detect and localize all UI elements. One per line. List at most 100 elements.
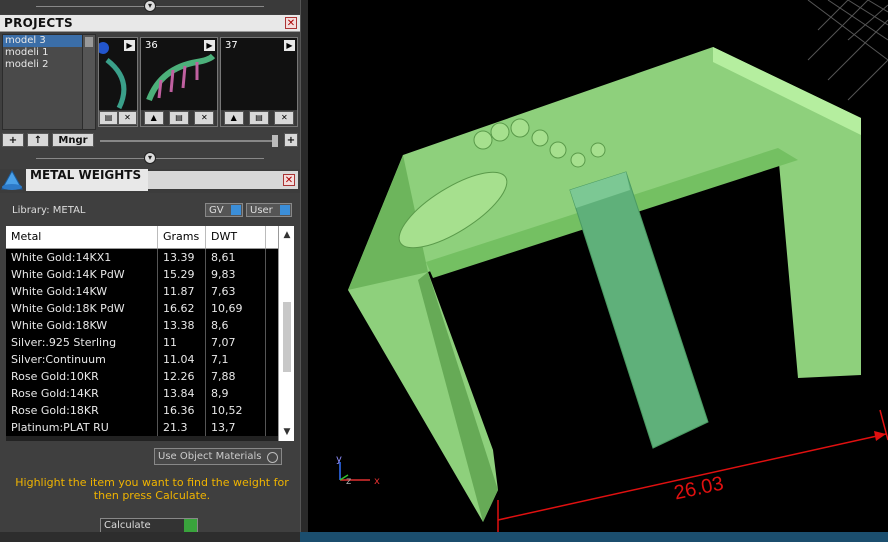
cell-dwt: 8,6 <box>206 317 266 334</box>
thumbnail-size-slider[interactable] <box>100 135 278 147</box>
close-projects-icon[interactable]: ✕ <box>285 17 297 29</box>
left-status-bar <box>0 532 300 542</box>
column-header-dwt[interactable]: DWT <box>206 226 266 248</box>
table-row[interactable]: Rose Gold:18KR 16.36 10,52 <box>6 402 278 419</box>
table-row[interactable]: White Gold:18KW 13.38 8,6 <box>6 317 278 334</box>
save-icon[interactable]: ▤ <box>168 111 189 125</box>
table-row[interactable]: White Gold:14KW 11.87 7,63 <box>6 283 278 300</box>
slider-handle[interactable] <box>272 135 278 147</box>
thumbnail-menu-icon[interactable]: ▶ <box>284 40 295 51</box>
viewport-scene: 26.03 y z x <box>336 0 888 532</box>
cell-grams: 11.87 <box>158 283 206 300</box>
gv-toggle[interactable]: GV <box>205 203 243 217</box>
table-row[interactable]: White Gold:18K PdW 16.62 10,69 <box>6 300 278 317</box>
save-icon[interactable]: ▤ <box>248 111 269 125</box>
user-toggle[interactable]: User <box>246 203 292 217</box>
instructions-text: Highlight the item you want to find the … <box>15 476 289 502</box>
use-object-materials-checkbox[interactable]: Use Object Materials <box>154 448 282 465</box>
cell-dwt: 13,7 <box>206 419 266 436</box>
thumbnail-actions: ▲ ▤ ✕ <box>141 110 217 126</box>
delete-icon[interactable]: ✕ <box>194 111 215 125</box>
project-thumbnail[interactable]: ▶ ▤ ✕ <box>98 37 138 127</box>
3d-viewport[interactable]: 26.03 y z x <box>308 0 888 532</box>
cell-dwt: 7,1 <box>206 351 266 368</box>
cell-grams: 12.26 <box>158 368 206 385</box>
projects-title: PROJECTS <box>4 16 73 30</box>
cell-metal: Silver:.925 Sterling <box>6 334 158 351</box>
move-up-icon[interactable]: ▲ <box>143 111 164 125</box>
calculate-button[interactable]: Calculate <box>100 518 198 533</box>
dimension-arrow-icon <box>874 431 886 441</box>
metal-weights-icon <box>1 169 23 190</box>
cell-dwt: 7,88 <box>206 368 266 385</box>
manager-button[interactable]: Mngr <box>52 133 94 147</box>
collapse-handle-icon[interactable]: ▾ <box>144 0 156 12</box>
delete-icon[interactable]: ✕ <box>118 111 137 125</box>
thumbnail-actions: ▤ ✕ <box>99 110 137 126</box>
toggle-indicator-icon <box>280 205 290 215</box>
model-list-item[interactable]: model 3 <box>3 35 83 47</box>
viewport-status-bar <box>300 532 888 542</box>
cell-grams: 13.84 <box>158 385 206 402</box>
cell-grams: 11.04 <box>158 351 206 368</box>
scroll-thumb[interactable] <box>283 302 291 372</box>
cell-grams: 16.62 <box>158 300 206 317</box>
save-icon[interactable]: ▤ <box>99 111 118 125</box>
scroll-down-icon[interactable]: ▼ <box>279 425 294 439</box>
cell-grams: 13.38 <box>158 317 206 334</box>
close-metal-weights-icon[interactable]: ✕ <box>283 174 295 186</box>
project-thumbnail[interactable]: 36 ▶ ▲ ▤ ✕ <box>140 37 218 127</box>
metal-weights-header: METAL WEIGHTS ✕ <box>0 169 300 193</box>
collapse-handle-icon[interactable]: ▾ <box>144 152 156 164</box>
model-list-item[interactable]: modeli 1 <box>3 47 83 59</box>
cell-grams: 15.29 <box>158 266 206 283</box>
axis-y-label: y <box>336 454 342 465</box>
table-row[interactable]: Silver:.925 Sterling 11 7,07 <box>6 334 278 351</box>
metal-weights-table: Metal Grams DWT White Gold:14KX1 13.39 8,6… <box>6 226 294 441</box>
axis-gizmo-icon: y z x <box>336 454 380 487</box>
table-row[interactable]: Rose Gold:10KR 12.26 7,88 <box>6 368 278 385</box>
radio-indicator-icon <box>267 452 278 463</box>
table-row[interactable]: Rose Gold:14KR 13.84 8,9 <box>6 385 278 402</box>
table-row[interactable]: White Gold:14KX1 13.39 8,61 <box>6 249 278 266</box>
cell-metal: White Gold:14KW <box>6 283 158 300</box>
cell-dwt: 8,61 <box>206 249 266 266</box>
table-scrollbar[interactable]: ▲ ▼ <box>278 226 294 441</box>
model-list-scrollbar[interactable] <box>82 34 96 130</box>
scroll-thumb[interactable] <box>85 37 93 47</box>
move-up-button[interactable]: ↑ <box>27 133 49 147</box>
thumbnail-menu-icon[interactable]: ▶ <box>124 40 135 51</box>
add-thumbnail-button[interactable]: + <box>284 133 298 147</box>
left-panel: ▾ PROJECTS ✕ model 3 modeli 1 modeli 2 ▶… <box>0 0 300 542</box>
table-row[interactable]: Silver:Continuum 11.04 7,1 <box>6 351 278 368</box>
scroll-up-icon[interactable]: ▲ <box>279 228 294 242</box>
cell-metal: White Gold:18K PdW <box>6 300 158 317</box>
delete-icon[interactable]: ✕ <box>274 111 295 125</box>
column-header-metal[interactable]: Metal <box>6 226 158 248</box>
cell-grams: 13.39 <box>158 249 206 266</box>
project-thumbnail[interactable]: 37 ▶ ▲ ▤ ✕ <box>220 37 298 127</box>
thumbnail-number: 37 <box>225 40 238 51</box>
axis-x-label: x <box>374 476 380 487</box>
cell-metal: Rose Gold:18KR <box>6 402 158 419</box>
cell-grams: 21.3 <box>158 419 206 436</box>
move-up-icon[interactable]: ▲ <box>223 111 244 125</box>
cell-grams: 11 <box>158 334 206 351</box>
cell-dwt: 7,07 <box>206 334 266 351</box>
column-header-grams[interactable]: Grams <box>158 226 206 248</box>
grid-plane <box>807 0 888 101</box>
table-header: Metal Grams DWT <box>6 226 278 249</box>
table-row[interactable]: Platinum:PLAT RU 21.3 13,7 <box>6 419 278 436</box>
add-model-button[interactable]: + <box>2 133 24 147</box>
thumbnail-menu-icon[interactable]: ▶ <box>204 40 215 51</box>
cell-metal: Silver:Continuum <box>6 351 158 368</box>
cell-dwt: 7,63 <box>206 283 266 300</box>
model-list-item[interactable]: modeli 2 <box>3 59 83 71</box>
cell-dwt: 10,52 <box>206 402 266 419</box>
table-row[interactable]: White Gold:14K PdW 15.29 9,83 <box>6 266 278 283</box>
cell-metal: Rose Gold:10KR <box>6 368 158 385</box>
panel-separator-top: ▾ <box>0 0 300 14</box>
dimension-value: 26.03 <box>672 473 726 505</box>
cell-dwt: 8,9 <box>206 385 266 402</box>
play-icon <box>184 519 197 532</box>
